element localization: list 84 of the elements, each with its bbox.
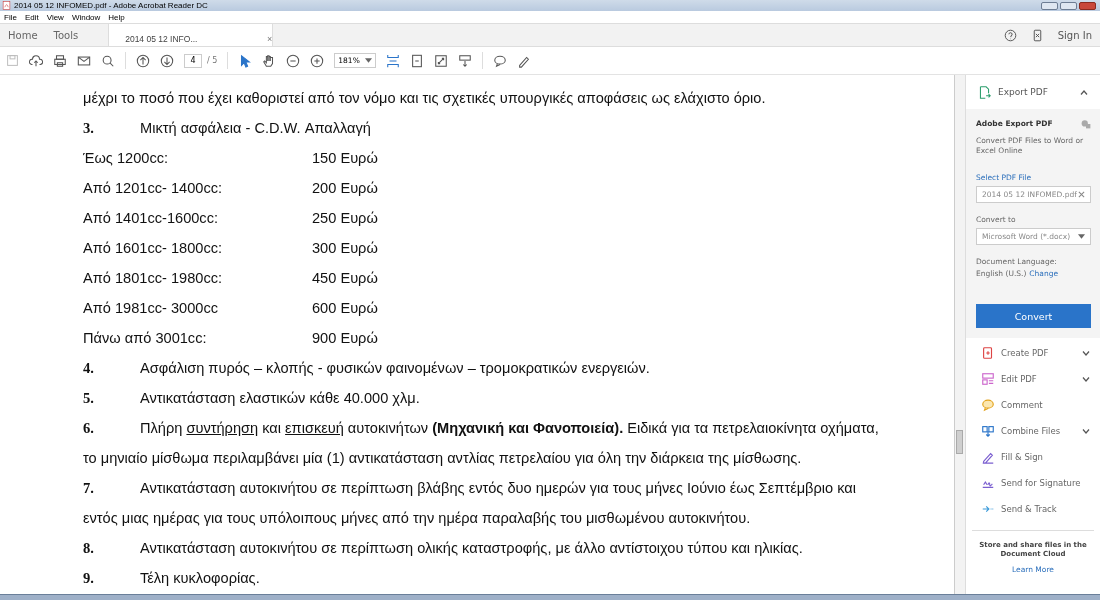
chevron-icon[interactable] <box>1082 350 1090 356</box>
chevron-icon[interactable] <box>1082 428 1090 434</box>
paragraph-line: Ασφάλιση πυρός – κλοπής - φυσικών φαινομένων – τρομοκρατικών ενεργειών. <box>140 360 650 376</box>
arrow-up-icon[interactable] <box>136 53 150 68</box>
speech-bubble-icon <box>981 398 995 412</box>
price-text: 900 Ευρώ <box>312 330 378 346</box>
tool-item[interactable]: Combine Files <box>966 418 1100 444</box>
paragraph-line: μέχρι το ποσό που έχει καθοριστεί από τον νόμο και τις σχετικές υπουργικές αποφάσεις ως ελάχιστο όριο. <box>83 90 766 106</box>
cloud-upload-icon[interactable] <box>29 53 43 68</box>
price-text: 250 Ευρώ <box>312 210 378 226</box>
pointer-icon[interactable] <box>238 53 253 68</box>
price-text: 200 Ευρώ <box>312 180 378 196</box>
paragraph-line: Αντικατάσταση αυτοκινήτου σε περίπτωση ολικής καταστροφής, με άλλο αντίστοιχου τύπου και ηλικίας. <box>140 540 803 556</box>
tool-item[interactable]: Edit PDF <box>966 366 1100 392</box>
print-icon[interactable] <box>53 53 67 68</box>
item-number: 3. <box>83 119 95 137</box>
item-number: 5. <box>83 389 95 407</box>
help-icon[interactable] <box>1003 28 1017 42</box>
layout-icon <box>981 372 995 386</box>
menu-item[interactable]: Window <box>71 12 101 22</box>
chevron-icon[interactable] <box>1082 376 1090 382</box>
document-arrow-icon <box>978 85 991 99</box>
clear-icon[interactable] <box>1078 191 1085 198</box>
price-text: 300 Ευρώ <box>312 240 378 256</box>
engine-range-label: Πάνω από 3001cc: <box>83 330 208 346</box>
search-icon[interactable] <box>101 53 115 68</box>
engine-range-label: Από 1801cc- 1980cc: <box>83 270 224 286</box>
paragraph-line: εντός μιας ημέρας για τους υπόλοιπους μήνες από την ημέρα παραλαβής του μισθωμένου αυτοκινήτου. <box>83 510 751 526</box>
scroll-thumb[interactable] <box>956 430 963 454</box>
engine-range-label: Από 1201cc- 1400cc: <box>83 180 224 196</box>
export-pdf-header[interactable]: Export PDF <box>966 75 1100 109</box>
document-tab[interactable]: 2014 05 12 INFO... × <box>108 24 274 46</box>
item-number: 8. <box>83 539 95 557</box>
paragraph-line: Τέλη κυκλοφορίας. <box>140 570 260 586</box>
paragraph-line: Πλήρη συντήρηση και επισκευή αυτοκινήτων (Μηχανική και Φανοποιεία). Ειδικά για τα πετρελαιοκίνητα οχήματα, <box>140 420 879 436</box>
paragraph-line: Αντικατάσταση ελαστικών κάθε 40.000 χλμ. <box>140 390 420 406</box>
engine-range-label: Έως 1200cc: <box>83 150 170 166</box>
nav-tab[interactable]: Tools <box>45 24 87 46</box>
comment-icon[interactable] <box>493 53 508 68</box>
paragraph-line: Αντικατάσταση αυτοκινήτου σε περίπτωση βλάβης εντός δυο ημερών για τους μήνες Ιούνιο έως Σεπτέμβριο και <box>140 480 856 496</box>
caret-icon[interactable] <box>365 58 373 63</box>
paragraph-line: Μικτή ασφάλεια - C.D.W. Απαλλαγή <box>140 120 371 136</box>
arrow-down-icon[interactable] <box>160 53 174 68</box>
minimize-button[interactable] <box>1041 1 1058 10</box>
page-number-field[interactable]: 4 <box>184 53 202 68</box>
convert-button[interactable]: Convert <box>976 304 1091 328</box>
chevron-icon[interactable] <box>1080 89 1088 95</box>
paragraph-line: το μηνιαίο μίσθωμα περιλαμβάνει μία (1) αντικατάσταση αντλίας πετρελαίου για όλη την διάρκεια της μίσθωσης. <box>83 450 802 466</box>
zoom-in-icon[interactable] <box>310 53 325 68</box>
full-screen-icon[interactable] <box>434 53 449 68</box>
close-icon[interactable]: × <box>266 34 273 44</box>
document-plus-icon <box>981 346 995 360</box>
price-text: 450 Ευρώ <box>312 270 378 286</box>
restore-button[interactable] <box>1060 1 1077 10</box>
files-icon <box>981 424 995 438</box>
tool-item[interactable]: Comment <box>966 392 1100 418</box>
price-text: 150 Ευρώ <box>312 150 378 166</box>
tool-item[interactable]: Fill & Sign <box>966 444 1100 470</box>
item-number: 7. <box>83 479 95 497</box>
engine-range-label: Από 1981cc- 3000cc <box>83 300 219 316</box>
window-title: 2014 05 12 INFOMED.pdf - Adobe Acrobat Reader DC <box>14 1 208 10</box>
engine-range-label: Από 1601cc- 1800cc: <box>83 240 224 256</box>
menu-item[interactable]: Help <box>108 12 125 22</box>
tool-item[interactable]: Send for Signature <box>966 470 1100 496</box>
tool-item[interactable]: Create PDF <box>966 340 1100 366</box>
sign-in-link[interactable]: Sign In <box>1057 29 1092 41</box>
price-text: 600 Ευρώ <box>312 300 378 316</box>
item-number: 4. <box>83 359 95 377</box>
nav-tab[interactable]: Home <box>0 24 46 46</box>
mail-icon[interactable] <box>77 53 91 68</box>
menu-item[interactable]: File <box>4 12 17 22</box>
close-button[interactable] <box>1079 1 1096 10</box>
menu-item[interactable]: Edit <box>24 12 39 22</box>
tool-item[interactable]: Send & Track <box>966 496 1100 522</box>
page-count: / 5 <box>207 56 218 65</box>
engine-range-label: Από 1401cc-1600cc: <box>83 210 219 226</box>
fit-width-icon[interactable] <box>386 53 401 68</box>
menu-item[interactable]: View <box>46 12 64 22</box>
fit-page-icon[interactable] <box>410 53 425 68</box>
zoom-out-icon[interactable] <box>286 53 301 68</box>
caret-icon[interactable] <box>1078 234 1085 239</box>
item-number: 9. <box>83 569 95 587</box>
pen-icon <box>981 450 995 464</box>
item-number: 6. <box>83 419 95 437</box>
